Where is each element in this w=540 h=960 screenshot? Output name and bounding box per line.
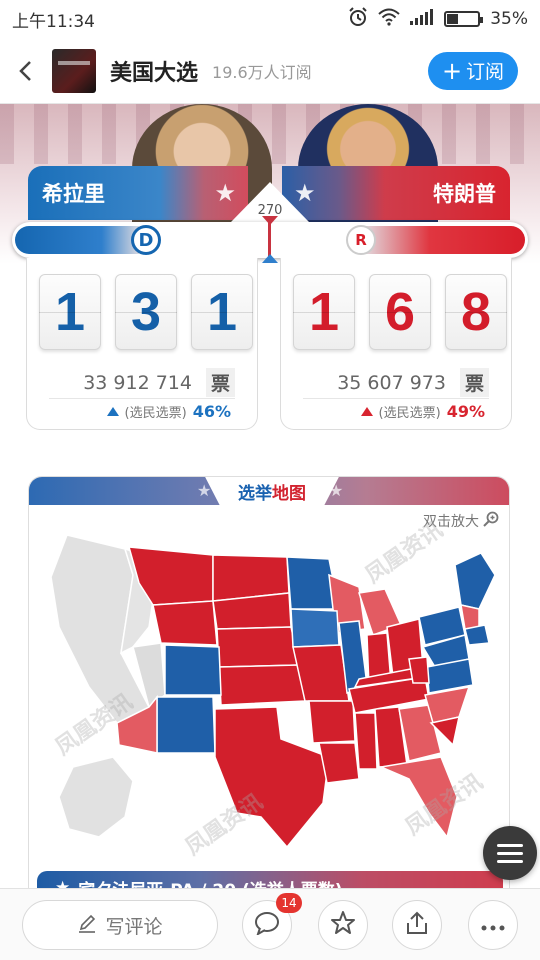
candidate-tab-left[interactable]: 希拉里 ★ (28, 166, 248, 220)
republican-icon: R (346, 225, 376, 255)
state-shape (216, 626, 300, 668)
status-time: 上午11:34 (12, 11, 95, 32)
subscribe-label: 订阅 (466, 61, 505, 83)
threshold-arrow-up (262, 254, 278, 263)
percent-value: 49% (446, 402, 485, 421)
comment-count-badge: 14 (276, 893, 302, 913)
battery-icon (444, 11, 484, 27)
candidate-name-left: 希拉里 (42, 182, 105, 206)
alarm-icon (348, 6, 368, 32)
divider (49, 398, 235, 399)
state-shape (58, 756, 134, 838)
battery-level (447, 14, 459, 24)
vote-unit: 票 (205, 368, 235, 397)
popular-votes-right: 35 607 973 票 (337, 368, 489, 397)
democrat-icon: D (131, 225, 161, 255)
comment-placeholder: 写评论 (105, 915, 163, 938)
digit: 8 (445, 274, 507, 350)
channel-title: 美国大选 (110, 60, 199, 86)
progress-left-fill (15, 226, 139, 254)
digit: 3 (115, 274, 177, 350)
percent-value: 46% (192, 402, 231, 421)
bottom-action-bar: 写评论 (0, 888, 540, 960)
status-bar: 上午11:34 35% (0, 0, 540, 38)
electoral-votes-right: 1 6 8 (293, 274, 507, 350)
star-icon: ★ (214, 179, 236, 207)
state-shape (308, 700, 356, 744)
threshold-arrow-down (262, 216, 278, 225)
channel-header: 美国大选 19.6万人订阅 + 订阅 (0, 38, 540, 104)
share-button[interactable] (392, 900, 442, 950)
popular-votes-value: 35 607 973 (337, 371, 446, 394)
battery-percent: 35% (490, 9, 528, 29)
election-map-card: ★ ★ 选举 地图 双击放大 凤凰资讯 凤凰资讯 凤凰资讯 凤凰资讯 (28, 476, 510, 906)
state-shape (290, 608, 340, 648)
digit: 1 (293, 274, 355, 350)
digit: 1 (191, 274, 253, 350)
share-icon (405, 910, 429, 940)
digit: 6 (369, 274, 431, 350)
digit: 1 (39, 274, 101, 350)
score-card-left: 1 3 1 33 912 714 票 (选民选票) 46% (26, 258, 258, 430)
electoral-votes-left: 1 3 1 (39, 274, 253, 350)
state-shape (460, 604, 480, 630)
percent-line-right: (选民选票) 49% (360, 402, 485, 421)
subscriber-count: 19.6万人订阅 (212, 62, 312, 82)
state-shape (354, 712, 378, 770)
map-title-part1: 选举 (238, 483, 272, 504)
status-icons: 35% (348, 6, 528, 32)
comment-input[interactable]: 写评论 (22, 900, 218, 950)
candidate-name-right: 特朗普 (433, 182, 496, 206)
more-button[interactable] (468, 900, 518, 950)
wifi-icon (378, 8, 400, 31)
progress-right-fill (366, 226, 525, 254)
star-icon: ★ (294, 179, 316, 207)
popular-label: (选民选票) (378, 406, 441, 421)
state-shape (152, 600, 218, 646)
more-icon (481, 916, 505, 935)
channel-thumbnail[interactable] (52, 48, 96, 93)
percent-line-left: (选民选票) 46% (106, 402, 231, 421)
favorite-button[interactable] (318, 900, 368, 950)
state-shape (164, 644, 222, 696)
state-shape (218, 664, 306, 706)
menu-icon[interactable] (483, 826, 537, 880)
plus-icon: + (441, 56, 463, 85)
score-card-right: 1 6 8 35 607 973 票 (选民选票) 49% (280, 258, 512, 430)
state-shape (408, 656, 430, 684)
back-icon[interactable] (14, 60, 36, 82)
popular-label: (选民选票) (124, 406, 187, 421)
signal-icon (410, 8, 434, 30)
state-shape (464, 624, 490, 646)
triangle-icon (360, 407, 373, 416)
comment-icon (254, 911, 280, 939)
map-title-part2: 地图 (272, 483, 306, 504)
divider (303, 398, 489, 399)
map-title: 选举 地图 (201, 477, 343, 513)
vote-unit: 票 (459, 368, 489, 397)
pencil-icon (77, 913, 97, 938)
page: 上午11:34 35% 美国大选 19.6万人订阅 + 订阅 希拉里 ★ ★ 特… (0, 0, 540, 960)
state-shape (454, 552, 496, 610)
triangle-icon (106, 407, 119, 416)
popular-votes-value: 33 912 714 (83, 371, 192, 394)
subscribe-button[interactable]: + 订阅 (428, 51, 518, 90)
candidate-tab-right[interactable]: ★ 特朗普 (282, 166, 510, 220)
popular-votes-left: 33 912 714 票 (83, 368, 235, 397)
state-shape (156, 696, 216, 754)
star-icon (330, 910, 356, 940)
